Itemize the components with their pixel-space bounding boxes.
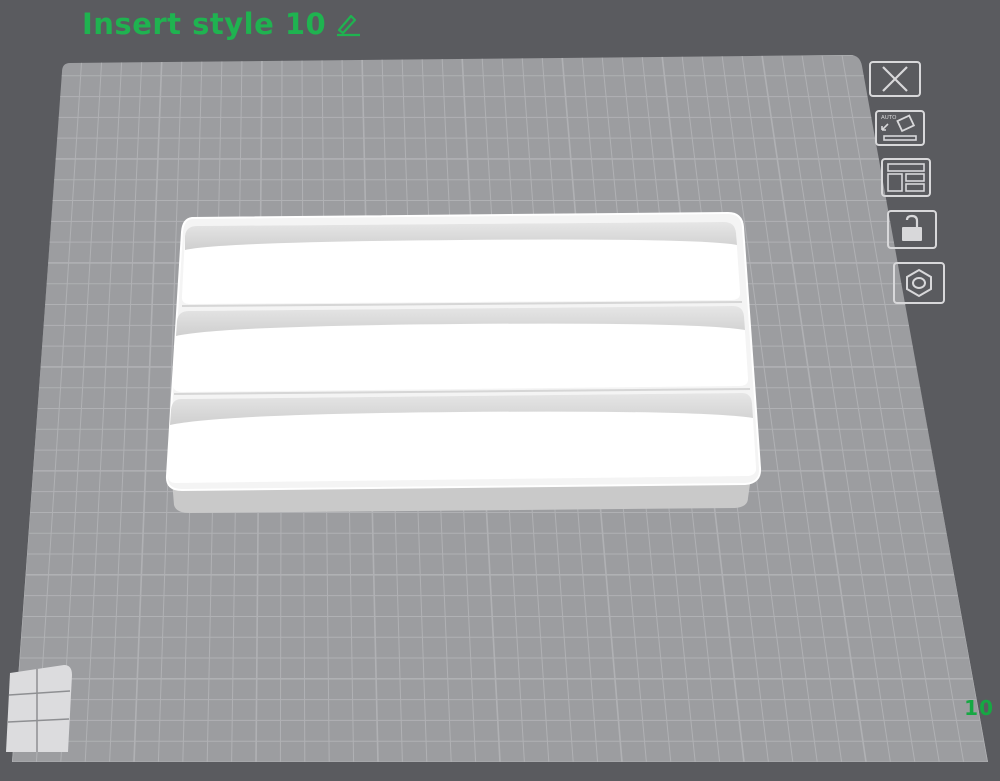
close-button[interactable] [868, 60, 922, 102]
unlock-button[interactable] [884, 210, 940, 252]
layout-button[interactable] [878, 158, 934, 200]
auto-label: AUTO [881, 115, 897, 121]
auto-arrange-button[interactable]: AUTO [872, 110, 928, 150]
unlock-icon [884, 208, 940, 254]
layer-count: 10 [964, 696, 994, 720]
layout-icon [878, 156, 934, 202]
auto-arrange-icon: AUTO [872, 108, 928, 152]
hex-nut-icon [890, 260, 948, 310]
build-plate-viewport[interactable] [0, 0, 1000, 781]
settings-button[interactable] [890, 262, 948, 308]
view-cube[interactable] [6, 665, 72, 752]
tray-model[interactable] [165, 211, 762, 513]
close-icon [868, 60, 922, 102]
